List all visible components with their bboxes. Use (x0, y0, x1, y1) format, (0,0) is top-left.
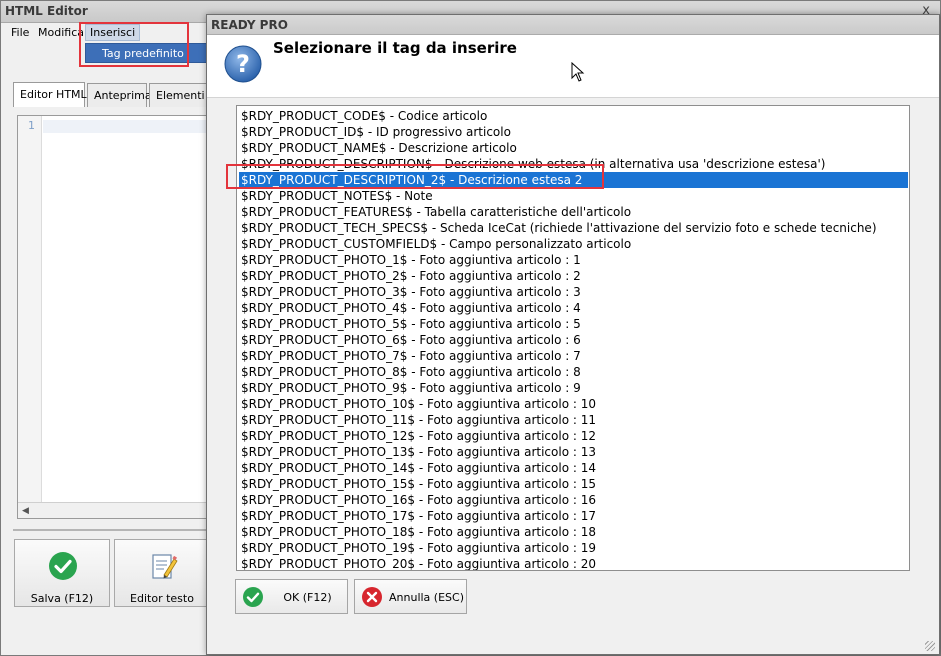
list-item[interactable]: $RDY_PRODUCT_CODE$ - Codice articolo (239, 108, 908, 124)
svg-text:?: ? (236, 50, 250, 78)
check-circle-icon (242, 586, 264, 608)
list-item[interactable]: $RDY_PRODUCT_FEATURES$ - Tabella caratte… (239, 204, 908, 220)
list-item[interactable]: $RDY_PRODUCT_PHOTO_10$ - Foto aggiuntiva… (239, 396, 908, 412)
cancel-x-icon (361, 586, 383, 608)
list-item[interactable]: $RDY_PRODUCT_PHOTO_2$ - Foto aggiuntiva … (239, 268, 908, 284)
current-line-highlight (43, 120, 209, 133)
question-mark-icon: ? (223, 44, 263, 84)
pencil-document-icon (147, 550, 179, 582)
menu-item-tag-predefinito[interactable]: Tag predefinito (102, 47, 184, 60)
tag-listbox[interactable]: $RDY_PRODUCT_CODE$ - Codice articolo $RDY… (236, 105, 910, 571)
divider (13, 529, 209, 531)
list-item[interactable]: $RDY_PRODUCT_PHOTO_16$ - Foto aggiuntiva… (239, 492, 908, 508)
list-item[interactable]: $RDY_PRODUCT_PHOTO_18$ - Foto aggiuntiva… (239, 524, 908, 540)
menu-modifica[interactable]: Modifica (38, 26, 84, 39)
list-item[interactable]: $RDY_PRODUCT_PHOTO_12$ - Foto aggiuntiva… (239, 428, 908, 444)
dialog-titlebar: READY PRO (207, 15, 939, 35)
save-button-label: Salva (F12) (30, 592, 94, 605)
list-item[interactable]: $RDY_PRODUCT_PHOTO_6$ - Foto aggiuntiva … (239, 332, 908, 348)
ok-button[interactable]: OK (F12) (235, 579, 348, 614)
list-item[interactable]: $RDY_PRODUCT_ID$ - ID progressivo artico… (239, 124, 908, 140)
list-item[interactable]: $RDY_PRODUCT_PHOTO_13$ - Foto aggiuntiva… (239, 444, 908, 460)
save-button[interactable]: Salva (F12) (14, 539, 110, 607)
list-item[interactable]: $RDY_PRODUCT_PHOTO_3$ - Foto aggiuntiva … (239, 284, 908, 300)
list-item[interactable]: $RDY_PRODUCT_PHOTO_4$ - Foto aggiuntiva … (239, 300, 908, 316)
line-number-gutter: 1 (18, 116, 42, 504)
list-item[interactable]: $RDY_PRODUCT_DESCRIPTION$ - Descrizione … (239, 156, 908, 172)
menu-inserisci[interactable]: Inserisci (85, 24, 141, 41)
list-item[interactable]: $RDY_PRODUCT_NAME$ - Descrizione articol… (239, 140, 908, 156)
list-item[interactable]: $RDY_PRODUCT_CUSTOMFIELD$ - Campo person… (239, 236, 908, 252)
text-editor-button-label: Editor testo (130, 592, 194, 605)
list-item[interactable]: $RDY_PRODUCT_PHOTO_17$ - Foto aggiuntiva… (239, 508, 908, 524)
list-item[interactable]: $RDY_PRODUCT_PHOTO_1$ - Foto aggiuntiva … (239, 252, 908, 268)
ok-button-label: OK (F12) (283, 591, 332, 604)
mouse-pointer-icon (571, 61, 585, 82)
list-item[interactable]: $RDY_PRODUCT_PHOTO_5$ - Foto aggiuntiva … (239, 316, 908, 332)
list-item-selected[interactable]: $RDY_PRODUCT_DESCRIPTION_2$ - Descrizion… (239, 172, 908, 188)
list-item[interactable]: $RDY_PRODUCT_PHOTO_7$ - Foto aggiuntiva … (239, 348, 908, 364)
list-item[interactable]: $RDY_PRODUCT_PHOTO_14$ - Foto aggiuntiva… (239, 460, 908, 476)
resize-grip[interactable] (925, 641, 935, 651)
horizontal-scrollbar[interactable]: ◀ (18, 502, 208, 518)
menu-file[interactable]: File (11, 26, 29, 39)
tag-selection-dialog: READY PRO ? Selezionare il tag da inseri… (206, 14, 940, 655)
list-item[interactable]: $RDY_PRODUCT_PHOTO_8$ - Foto aggiuntiva … (239, 364, 908, 380)
list-item[interactable]: $RDY_PRODUCT_TECH_SPECS$ - Scheda IceCat… (239, 220, 908, 236)
check-circle-icon (47, 550, 79, 582)
cancel-button-label: Annulla (ESC) (389, 591, 464, 604)
dialog-title: READY PRO (211, 18, 288, 32)
dialog-header: ? Selezionare il tag da inserire (207, 35, 939, 98)
html-code-editor[interactable]: 1 ◀ (17, 115, 209, 519)
list-item[interactable]: $RDY_PRODUCT_PHOTO_15$ - Foto aggiuntiva… (239, 476, 908, 492)
list-item[interactable]: $RDY_PRODUCT_NOTES$ - Note (239, 188, 908, 204)
list-item[interactable]: $RDY_PRODUCT_PHOTO_20$ - Foto aggiuntiva… (239, 556, 908, 570)
list-item[interactable]: $RDY_PRODUCT_PHOTO_19$ - Foto aggiuntiva… (239, 540, 908, 556)
text-editor-button[interactable]: Editor testo (114, 539, 210, 607)
list-item[interactable]: $RDY_PRODUCT_PHOTO_11$ - Foto aggiuntiva… (239, 412, 908, 428)
inserisci-dropdown: Tag predefinito (85, 43, 211, 63)
list-item[interactable]: $RDY_PRODUCT_PHOTO_9$ - Foto aggiuntiva … (239, 380, 908, 396)
cancel-button[interactable]: Annulla (ESC) (354, 579, 467, 614)
tab-editor-html[interactable]: Editor HTML (13, 82, 87, 107)
html-editor-title: HTML Editor (5, 4, 88, 18)
dialog-heading: Selezionare il tag da inserire (273, 39, 517, 57)
tab-anteprima[interactable]: Anteprima (87, 83, 152, 107)
line-number: 1 (28, 119, 35, 132)
scroll-left-icon[interactable]: ◀ (22, 506, 29, 516)
